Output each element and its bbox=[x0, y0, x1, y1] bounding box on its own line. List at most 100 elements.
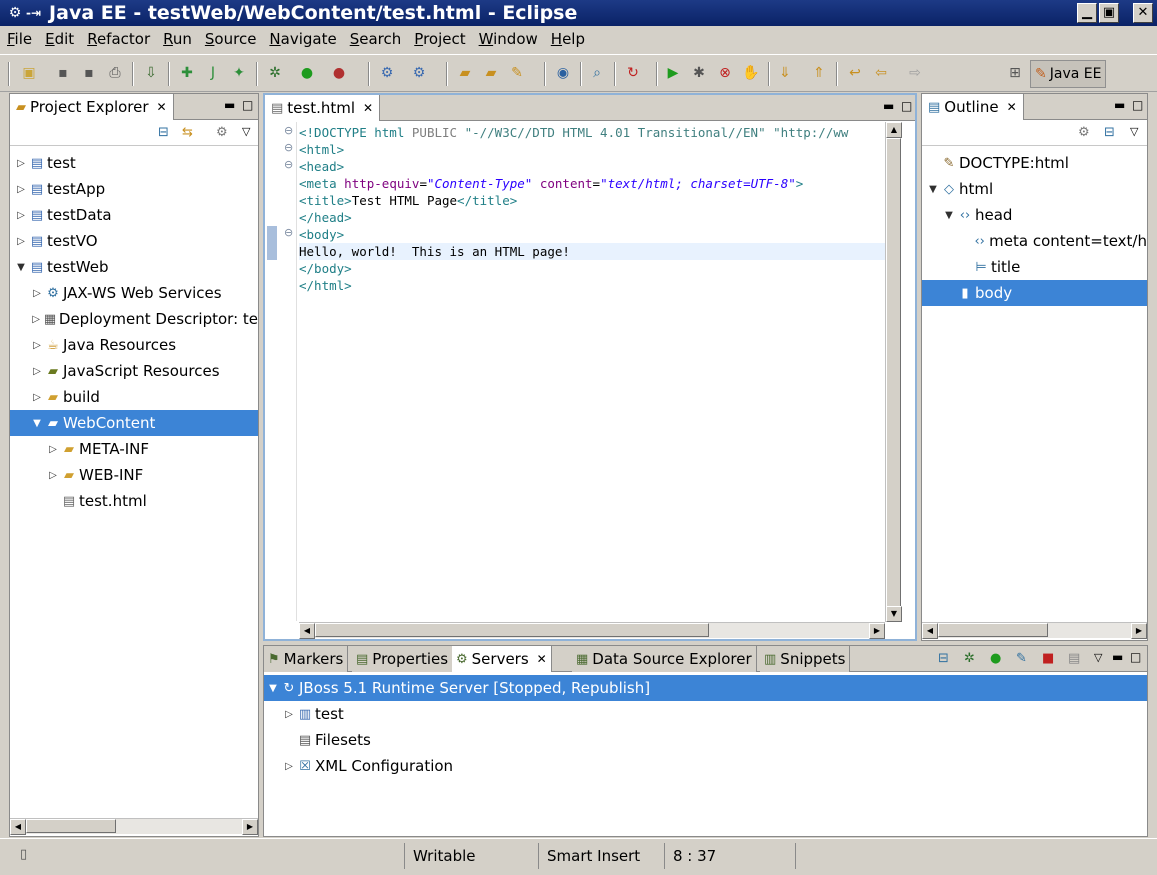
collapse-all-icon[interactable]: ⊟ bbox=[1104, 125, 1115, 140]
search-icon[interactable]: ⌕ bbox=[588, 64, 606, 82]
minimize-icon[interactable]: ▬ bbox=[883, 99, 894, 113]
tab-test-html[interactable]: ▤ test.html ✕ bbox=[265, 95, 381, 121]
collapse-arrow-icon[interactable]: ▼ bbox=[14, 262, 28, 273]
brush-icon[interactable]: ✎ bbox=[508, 64, 526, 82]
save-icon[interactable]: ▪ bbox=[54, 64, 72, 82]
project-tree-item[interactable]: ▤ test.html bbox=[10, 488, 258, 514]
external-tools-icon[interactable]: ● bbox=[330, 64, 348, 82]
previous-annotation-icon[interactable]: ⇑ bbox=[810, 64, 828, 82]
maximize-icon[interactable]: □ bbox=[1130, 650, 1141, 664]
project-tree-item[interactable]: ▷ ☕ Java Resources bbox=[10, 332, 258, 358]
tab-snippets[interactable]: ▥ Snippets bbox=[760, 646, 851, 672]
pin-icon[interactable]: -⇥ bbox=[26, 6, 41, 20]
profile-server-icon[interactable]: ✎ bbox=[1016, 651, 1027, 666]
close-button[interactable]: ✕ bbox=[1133, 3, 1153, 23]
start-server-icon[interactable]: ● bbox=[990, 651, 1001, 666]
expand-arrow-icon[interactable]: ▷ bbox=[282, 761, 296, 772]
menu-source[interactable]: Source bbox=[198, 30, 263, 48]
menu-edit[interactable]: Edit bbox=[38, 30, 80, 48]
code-line[interactable]: <head> bbox=[299, 158, 344, 175]
project-tree-item[interactable]: ▷ ▤ testVO bbox=[10, 228, 258, 254]
horizontal-scrollbar[interactable]: ◀ ▶ bbox=[922, 622, 1147, 639]
project-tree-item[interactable]: ▼ ▰ WebContent bbox=[10, 410, 258, 436]
expand-arrow-icon[interactable]: ▷ bbox=[14, 184, 28, 195]
project-tree-item[interactable]: ▷ ▰ build bbox=[10, 384, 258, 410]
project-tree-item[interactable]: ▷ ▦ Deployment Descriptor: te bbox=[10, 306, 258, 332]
perspective-java-ee[interactable]: ✎ Java EE bbox=[1030, 60, 1106, 88]
new-class-icon[interactable]: ✦ bbox=[230, 64, 248, 82]
open-type-icon[interactable]: ⚙ bbox=[410, 64, 428, 82]
code-line[interactable]: <!DOCTYPE html PUBLIC "-//W3C//DTD HTML … bbox=[299, 124, 848, 141]
menu-navigate[interactable]: Navigate bbox=[262, 30, 342, 48]
loading-icon[interactable]: ↻ bbox=[624, 64, 642, 82]
expand-arrow-icon[interactable]: ▷ bbox=[30, 314, 42, 325]
new-icon[interactable]: ▣ bbox=[20, 64, 38, 82]
new-project-icon[interactable]: ✚ bbox=[178, 64, 196, 82]
debug-icon[interactable]: ✲ bbox=[266, 64, 284, 82]
menu-search[interactable]: Search bbox=[343, 30, 408, 48]
editor-gutter[interactable]: ⊖ ⊖ ⊖ ⊖ bbox=[265, 122, 297, 621]
debug-server-icon[interactable]: ✲ bbox=[964, 651, 975, 666]
maximize-icon[interactable]: □ bbox=[901, 99, 912, 113]
maximize-icon[interactable]: □ bbox=[242, 98, 253, 112]
stop-server-icon[interactable]: ■ bbox=[1042, 651, 1054, 666]
open-folder-icon[interactable]: ▰ bbox=[456, 64, 474, 82]
next-annotation-icon[interactable]: ⇓ bbox=[776, 64, 794, 82]
code-line[interactable]: </html> bbox=[299, 277, 352, 294]
expand-arrow-icon[interactable]: ▷ bbox=[46, 444, 60, 455]
expand-arrow-icon[interactable]: ▷ bbox=[14, 210, 28, 221]
collapse-all-icon[interactable]: ⊟ bbox=[158, 125, 169, 140]
collapse-all-icon[interactable]: ⊟ bbox=[938, 651, 949, 666]
code-line[interactable]: <meta http-equiv="Content-Type" content=… bbox=[299, 175, 803, 192]
project-tree-item[interactable]: ▷ ⚙ JAX-WS Web Services bbox=[10, 280, 258, 306]
collapse-arrow-icon[interactable]: ▼ bbox=[266, 683, 280, 694]
expand-arrow-icon[interactable]: ▷ bbox=[14, 158, 28, 169]
menu-window[interactable]: Window bbox=[472, 30, 544, 48]
server-tree-item[interactable]: ▷ ☒ XML Configuration bbox=[264, 753, 1147, 779]
project-tree-item[interactable]: ▷ ▤ testApp bbox=[10, 176, 258, 202]
outline-item[interactable]: ‹› meta content=text/h bbox=[922, 228, 1147, 254]
new-jsp-icon[interactable]: J bbox=[204, 64, 222, 82]
maximize-icon[interactable]: □ bbox=[1132, 98, 1143, 112]
server-tree-item[interactable]: ▤ Filesets bbox=[264, 727, 1147, 753]
project-tree-item[interactable]: ▷ ▤ test bbox=[10, 150, 258, 176]
expand-arrow-icon[interactable]: ▷ bbox=[30, 340, 44, 351]
run-icon[interactable]: ● bbox=[298, 64, 316, 82]
expand-arrow-icon[interactable]: ▷ bbox=[30, 366, 44, 377]
server-tree-item[interactable]: ▼ ↻ JBoss 5.1 Runtime Server [Stopped, Rep… bbox=[264, 675, 1147, 701]
filter-icon[interactable]: ⚙ bbox=[216, 125, 228, 140]
close-icon[interactable]: ✕ bbox=[363, 101, 373, 115]
fold-toggle-icon[interactable]: ⊖ bbox=[284, 158, 293, 171]
code-line[interactable]: <html> bbox=[299, 141, 344, 158]
tab-data-source-explorer[interactable]: ▦ Data Source Explorer bbox=[572, 646, 757, 672]
tab-outline[interactable]: ▤ Outline ✕ bbox=[922, 94, 1024, 120]
project-tree-item[interactable]: ▼ ▤ testWeb bbox=[10, 254, 258, 280]
tab-project-explorer[interactable]: ▰ Project Explorer ✕ bbox=[10, 94, 174, 120]
new-server-icon[interactable]: ⚙ bbox=[378, 64, 396, 82]
code-line[interactable]: <body> bbox=[299, 226, 344, 243]
tab-servers[interactable]: ⚙ Servers ✕ bbox=[452, 646, 552, 672]
outline-item[interactable]: ⊨ title bbox=[922, 254, 1147, 280]
project-tree-item[interactable]: ▷ ▰ WEB-INF bbox=[10, 462, 258, 488]
expand-arrow-icon[interactable]: ▷ bbox=[30, 392, 44, 403]
globe-icon[interactable]: ◉ bbox=[554, 64, 572, 82]
tab-markers[interactable]: ⚑ Markers bbox=[264, 646, 349, 672]
print-icon[interactable]: ⎙ bbox=[106, 64, 124, 82]
view-menu-icon[interactable]: ▽ bbox=[1130, 125, 1138, 138]
filter-icon[interactable]: ⚙ bbox=[1078, 125, 1090, 140]
close-icon[interactable]: ✕ bbox=[157, 100, 167, 114]
publish-icon[interactable]: ▤ bbox=[1068, 651, 1080, 666]
fold-toggle-icon[interactable]: ⊖ bbox=[284, 141, 293, 154]
horizontal-scrollbar[interactable]: ◀ ▶ bbox=[299, 622, 885, 639]
last-edit-icon[interactable]: ↩ bbox=[846, 64, 864, 82]
fold-toggle-icon[interactable]: ⊖ bbox=[284, 124, 293, 137]
back-icon[interactable]: ⇦ bbox=[872, 64, 890, 82]
outline-item[interactable]: ▼ ‹› head bbox=[922, 202, 1147, 228]
expand-arrow-icon[interactable]: ▷ bbox=[46, 470, 60, 481]
collapse-arrow-icon[interactable]: ▼ bbox=[926, 184, 940, 195]
horizontal-scrollbar[interactable]: ◀ ▶ bbox=[10, 818, 258, 835]
menu-run[interactable]: Run bbox=[156, 30, 198, 48]
close-icon[interactable]: ✕ bbox=[1007, 100, 1017, 114]
project-tree-item[interactable]: ▷ ▰ JavaScript Resources bbox=[10, 358, 258, 384]
code-line[interactable]: Hello, world! This is an HTML page! bbox=[299, 243, 570, 260]
